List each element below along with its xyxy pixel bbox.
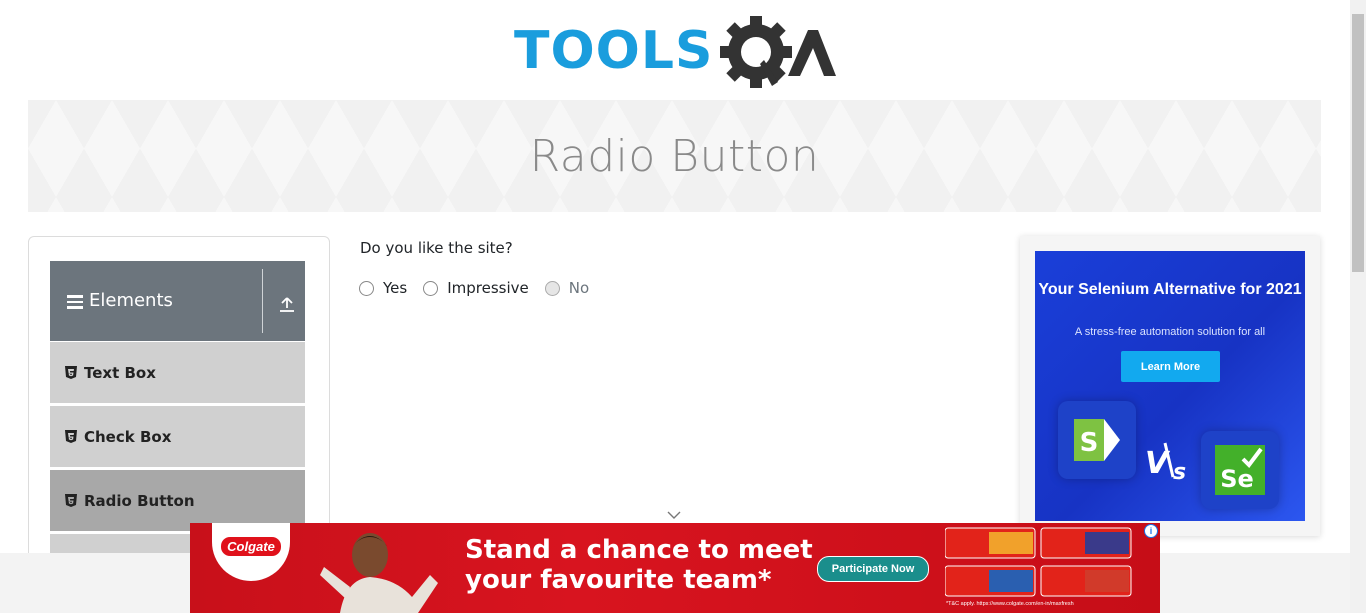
radio-no xyxy=(544,280,560,296)
html5-icon xyxy=(65,430,77,443)
page-title: Radio Button xyxy=(529,130,820,182)
header-divider xyxy=(262,269,263,333)
logo-text-tools: TOOLS xyxy=(514,21,713,81)
sidebar-item-label: Radio Button xyxy=(84,491,195,510)
sidebar-item-check-box[interactable]: Check Box xyxy=(50,405,305,467)
radio-label-no: No xyxy=(568,279,590,297)
logo-right-text: Se xyxy=(1220,465,1254,493)
ad-terms-text: *T&C apply. https://www.colgate.com/en-i… xyxy=(946,601,1074,607)
radio-label-yes[interactable]: Yes xyxy=(383,279,407,297)
page-scrollbar[interactable] xyxy=(1350,0,1366,613)
sidebar: Elements Text Box Check Box Radio Button xyxy=(28,236,330,568)
html5-icon xyxy=(65,494,77,507)
katalon-logo-icon: S xyxy=(1058,401,1136,479)
radio-label-impressive[interactable]: Impressive xyxy=(447,279,529,297)
vs-text: V s xyxy=(1145,439,1193,492)
learn-more-button[interactable]: Learn More xyxy=(1121,351,1220,382)
colgate-logo: Colgate xyxy=(212,523,290,581)
question-text: Do you like the site? xyxy=(360,239,513,257)
sidebar-group-elements[interactable]: Elements xyxy=(50,261,305,341)
sidebar-group-title: Elements xyxy=(89,290,173,311)
ad-headline: Your Selenium Alternative for 2021 xyxy=(1038,281,1302,298)
chevron-down-icon[interactable] xyxy=(667,510,681,520)
colgate-brand-text: Colgate xyxy=(221,537,281,556)
headline-line-2: your favourite team* xyxy=(465,565,772,595)
ad-subtext: A stress-free automation solution for al… xyxy=(1074,326,1266,338)
radio-option-no: No xyxy=(544,279,590,297)
product-packs-image xyxy=(945,527,1132,597)
ad-info-icon[interactable]: i xyxy=(1144,524,1158,538)
svg-text:s: s xyxy=(1173,460,1186,483)
sidebar-item-label: Check Box xyxy=(84,427,172,446)
logo-left-text: S xyxy=(1080,428,1099,458)
person-image xyxy=(320,533,438,613)
radio-option-yes[interactable]: Yes xyxy=(359,279,407,297)
upload-icon[interactable] xyxy=(279,296,295,312)
selenium-logo-icon: Se xyxy=(1201,431,1279,509)
hamburger-icon xyxy=(67,295,83,309)
page-banner: Radio Button xyxy=(28,100,1321,212)
sidebar-item-text-box[interactable]: Text Box xyxy=(50,341,305,403)
gear-icon xyxy=(720,16,792,88)
radio-group: Yes Impressive No xyxy=(359,279,605,297)
scrollbar-thumb[interactable] xyxy=(1352,14,1364,272)
html5-icon xyxy=(65,366,77,379)
toolsqa-logo[interactable]: TOOLS xyxy=(514,16,838,90)
logo-letter-a xyxy=(788,30,836,76)
radio-impressive[interactable] xyxy=(423,280,439,296)
right-ad[interactable]: Your Selenium Alternative for 2021 A str… xyxy=(1035,251,1305,521)
radio-option-impressive[interactable]: Impressive xyxy=(423,279,529,297)
headline-line-1: Stand a chance to meet xyxy=(465,535,813,565)
ad-headline: Stand a chance to meet your favourite te… xyxy=(465,535,813,595)
radio-yes[interactable] xyxy=(359,280,374,296)
participate-now-button[interactable]: Participate Now xyxy=(817,556,929,582)
sidebar-item-radio-button[interactable]: Radio Button xyxy=(50,469,305,531)
bottom-ad-banner[interactable]: Colgate Stand a chance to meet your favo… xyxy=(190,523,1160,613)
sidebar-item-label: Text Box xyxy=(84,363,156,382)
